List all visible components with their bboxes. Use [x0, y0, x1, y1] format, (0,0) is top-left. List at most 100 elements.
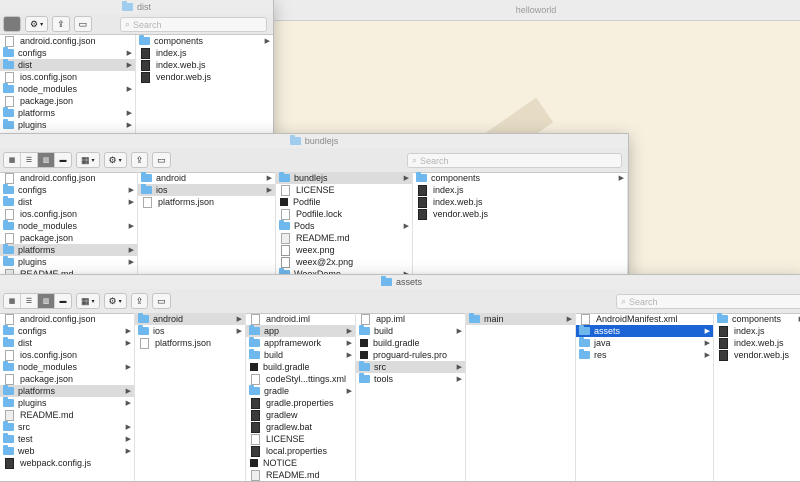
- file-row[interactable]: LICENSE: [276, 184, 412, 196]
- file-row[interactable]: build.gradle: [356, 337, 465, 349]
- file-row[interactable]: Podfile: [276, 196, 412, 208]
- file-row[interactable]: index.js: [714, 325, 800, 337]
- view-mode-control[interactable]: ▦ ☰ ▥ ▬: [3, 152, 72, 168]
- file-row[interactable]: platforms.json: [135, 337, 245, 349]
- arrange-button[interactable]: ▦ ▾: [76, 293, 100, 309]
- folder-row[interactable]: tools ▶: [356, 373, 465, 385]
- folder-row[interactable]: platforms ▶: [0, 107, 135, 119]
- icon-view-button[interactable]: ▦: [4, 153, 21, 167]
- file-row[interactable]: package.json: [0, 373, 134, 385]
- search-input[interactable]: [629, 296, 800, 307]
- file-row[interactable]: codeStyl...ttings.xml: [246, 373, 355, 385]
- column-1[interactable]: android.config.json configs ▶ dist ▶ ios.conf…: [0, 313, 135, 481]
- search-input[interactable]: [133, 19, 266, 30]
- window-titlebar[interactable]: assets: [0, 275, 800, 289]
- column-4[interactable]: components ▶ index.js index.web.js vendor.we…: [413, 172, 628, 275]
- folder-row[interactable]: platforms ▶: [0, 244, 137, 256]
- file-row[interactable]: gradle.properties: [246, 397, 355, 409]
- gallery-view-button[interactable]: ▬: [55, 294, 71, 308]
- folder-row[interactable]: node_modules ▶: [0, 83, 135, 95]
- share-button[interactable]: ⇪: [130, 152, 149, 168]
- file-row[interactable]: index.web.js: [413, 196, 627, 208]
- search-box[interactable]: ⌕: [407, 153, 622, 168]
- folder-row[interactable]: node_modules ▶: [0, 361, 134, 373]
- file-row[interactable]: ios.config.json: [0, 71, 135, 83]
- file-row[interactable]: vendor.web.js: [413, 208, 627, 220]
- column-4[interactable]: app.iml build ▶ build.gradle proguard-rules.…: [356, 313, 466, 481]
- folder-row[interactable]: node_modules ▶: [0, 220, 137, 232]
- folder-row[interactable]: ios ▶: [138, 184, 275, 196]
- column-1[interactable]: android.config.json configs ▶ dist ▶ ios.conf…: [0, 172, 138, 275]
- folder-row[interactable]: dist ▶: [0, 337, 134, 349]
- window-titlebar[interactable]: bundlejs: [0, 134, 628, 148]
- column-view-button[interactable]: ▥: [38, 153, 55, 167]
- file-row[interactable]: README.md: [0, 409, 134, 421]
- column-6[interactable]: AndroidManifest.xml assets ▶ java ▶ res ▶: [576, 313, 714, 481]
- folder-row[interactable]: components▶: [714, 313, 800, 325]
- file-row[interactable]: ios.config.json: [0, 349, 134, 361]
- folder-row[interactable]: web ▶: [0, 445, 134, 457]
- column-2[interactable]: android ▶ ios ▶ platforms.json: [135, 313, 246, 481]
- folder-row[interactable]: gradle ▶: [246, 385, 355, 397]
- folder-row[interactable]: assets ▶: [576, 325, 713, 337]
- folder-row[interactable]: bundlejs ▶: [276, 172, 412, 184]
- file-row[interactable]: vendor.web.js: [714, 349, 800, 361]
- action-button[interactable]: ⚙ ▾: [103, 152, 127, 168]
- file-row[interactable]: android.config.json: [0, 313, 134, 325]
- folder-row[interactable]: plugins ▶: [0, 119, 135, 131]
- file-row[interactable]: Podfile.lock: [276, 208, 412, 220]
- folder-row[interactable]: android ▶: [135, 313, 245, 325]
- folder-row[interactable]: appframework ▶: [246, 337, 355, 349]
- file-row[interactable]: webpack.config.js: [0, 457, 134, 469]
- column-1[interactable]: android.config.json configs ▶ dist ▶ ios.conf…: [0, 35, 136, 133]
- folder-row[interactable]: configs ▶: [0, 47, 135, 59]
- file-row[interactable]: index.js: [413, 184, 627, 196]
- folder-row[interactable]: build ▶: [356, 325, 465, 337]
- file-row[interactable]: vendor.web.js: [136, 71, 273, 83]
- file-row[interactable]: ios.config.json: [0, 208, 137, 220]
- file-row[interactable]: android.config.json: [0, 172, 137, 184]
- folder-row[interactable]: java ▶: [576, 337, 713, 349]
- column-7[interactable]: components▶index.js index.web.js vendor.we…: [714, 313, 800, 481]
- file-row[interactable]: android.config.json: [0, 35, 135, 47]
- arrange-button[interactable]: ▦ ▾: [76, 152, 100, 168]
- share-button[interactable]: ⇪: [130, 293, 149, 309]
- list-view-button[interactable]: ☰: [21, 153, 38, 167]
- file-row[interactable]: proguard-rules.pro: [356, 349, 465, 361]
- search-box[interactable]: ⌕: [120, 17, 267, 32]
- file-row[interactable]: LICENSE: [246, 433, 355, 445]
- folder-row[interactable]: src ▶: [356, 361, 465, 373]
- column-2[interactable]: components ▶ index.js index.web.js vendor.we…: [136, 35, 273, 133]
- view-mode-control[interactable]: ▦ ☰ ▥ ▬: [3, 293, 72, 309]
- search-box[interactable]: ⌕: [616, 294, 800, 309]
- file-row[interactable]: README.md: [276, 232, 412, 244]
- folder-row[interactable]: app ▶: [246, 325, 355, 337]
- folder-row[interactable]: plugins ▶: [0, 256, 137, 268]
- folder-row[interactable]: res ▶: [576, 349, 713, 361]
- file-row[interactable]: local.properties: [246, 445, 355, 457]
- file-row[interactable]: android.iml: [246, 313, 355, 325]
- file-row[interactable]: index.web.js: [714, 337, 800, 349]
- view-mode-control[interactable]: [3, 16, 21, 32]
- folder-row[interactable]: platforms ▶: [0, 385, 134, 397]
- folder-row[interactable]: android ▶: [138, 172, 275, 184]
- column-3[interactable]: bundlejs ▶ LICENSE Podfile Podfile.lock Pods ▶…: [276, 172, 413, 275]
- window-titlebar[interactable]: dist: [0, 0, 273, 14]
- folder-row[interactable]: Pods ▶: [276, 220, 412, 232]
- folder-row[interactable]: ios ▶: [135, 325, 245, 337]
- folder-row[interactable]: test ▶: [0, 433, 134, 445]
- folder-row[interactable]: build ▶: [246, 349, 355, 361]
- column-3[interactable]: android.iml app ▶ appframework ▶ build ▶ build.…: [246, 313, 356, 481]
- file-row[interactable]: platforms.json: [138, 196, 275, 208]
- folder-row[interactable]: components▶: [136, 35, 273, 47]
- column-2[interactable]: android ▶ ios ▶ platforms.json: [138, 172, 276, 275]
- folder-row[interactable]: configs ▶: [0, 184, 137, 196]
- file-row[interactable]: app.iml: [356, 313, 465, 325]
- file-row[interactable]: package.json: [0, 95, 135, 107]
- file-row[interactable]: weex.png: [276, 244, 412, 256]
- tags-button[interactable]: ▭: [152, 152, 171, 168]
- search-input[interactable]: [420, 155, 621, 166]
- folder-row[interactable]: components▶: [413, 172, 627, 184]
- folder-row[interactable]: configs ▶: [0, 325, 134, 337]
- list-view-button[interactable]: ☰: [21, 294, 38, 308]
